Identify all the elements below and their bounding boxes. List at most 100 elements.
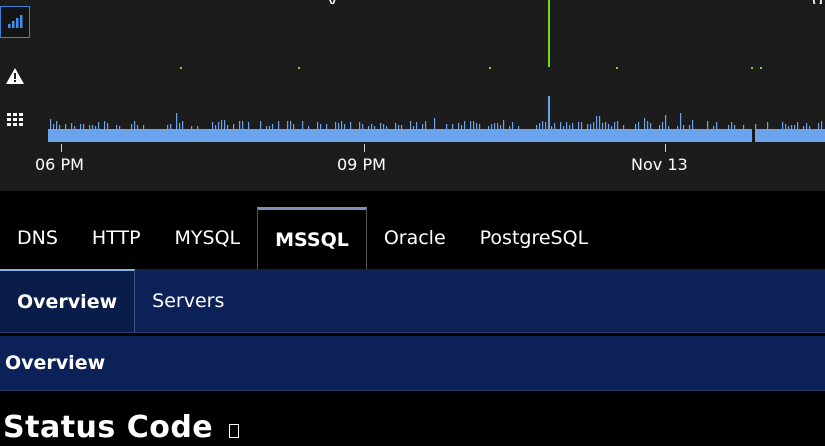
- activity-spike: [143, 125, 145, 129]
- tab-postgresql[interactable]: PostgreSQL: [463, 207, 606, 269]
- grid-icon[interactable]: [0, 104, 30, 136]
- timeline-gap: [752, 128, 755, 143]
- activity-spike: [278, 121, 280, 129]
- activity-spike: [398, 125, 400, 129]
- page-title-row: Status Code: [0, 408, 240, 446]
- alert-marker-dot[interactable]: [180, 67, 182, 69]
- activity-spike: [344, 124, 346, 129]
- activity-spike: [119, 126, 121, 129]
- activity-spike: [341, 121, 343, 129]
- activity-spike: [644, 118, 646, 129]
- activity-spike: [227, 125, 229, 129]
- tab-dns[interactable]: DNS: [0, 207, 75, 269]
- activity-spike: [218, 122, 220, 129]
- alert-marker-dot[interactable]: [751, 67, 753, 69]
- timeline-baseline-band: [48, 129, 825, 142]
- activity-spike: [797, 122, 799, 129]
- activity-spike: [518, 126, 520, 129]
- bar-chart-icon[interactable]: [0, 6, 30, 38]
- activity-spike: [413, 126, 415, 129]
- activity-spike: [470, 121, 472, 129]
- tab-overview[interactable]: Overview: [0, 269, 136, 332]
- activity-spike: [179, 123, 181, 129]
- timeline-chart[interactable]: [0, 0, 825, 191]
- section-header: Overview: [0, 336, 825, 391]
- activity-spike: [545, 122, 547, 129]
- activity-spike: [566, 122, 568, 129]
- activity-spike: [302, 121, 304, 129]
- activity-spike: [734, 125, 736, 129]
- activity-spike: [131, 124, 133, 129]
- activity-spike: [785, 124, 787, 129]
- activity-spike: [134, 121, 136, 129]
- activity-spike: [95, 126, 97, 129]
- tab-mysql[interactable]: MYSQL: [158, 207, 258, 269]
- activity-spike: [677, 126, 679, 129]
- activity-spike: [182, 121, 184, 129]
- activity-spike: [50, 119, 52, 129]
- activity-spike: [503, 120, 505, 129]
- activity-spike: [731, 122, 733, 129]
- activity-spike: [260, 121, 262, 129]
- activity-spike: [56, 121, 58, 129]
- activity-spike: [320, 124, 322, 129]
- alert-marker-dot[interactable]: [760, 67, 762, 69]
- activity-spike: [350, 122, 352, 129]
- activity-spike: [83, 124, 85, 129]
- activity-spike: [809, 126, 811, 129]
- activity-spike: [338, 123, 340, 129]
- activity-spike: [446, 124, 448, 129]
- tick-mark-06pm: [61, 144, 62, 152]
- activity-spike: [386, 126, 388, 129]
- activity-spike: [788, 126, 790, 129]
- activity-spike: [572, 123, 574, 129]
- tab-oracle[interactable]: Oracle: [367, 207, 463, 269]
- activity-spike: [248, 122, 250, 129]
- activity-spike: [602, 123, 604, 129]
- warning-icon[interactable]: [0, 60, 30, 92]
- activity-spike: [611, 126, 613, 129]
- activity-spike: [362, 124, 364, 129]
- activity-spike: [317, 122, 319, 129]
- activity-spike: [614, 122, 616, 129]
- activity-spike: [167, 125, 169, 129]
- activity-spike: [593, 122, 595, 129]
- activity-spike: [650, 123, 652, 129]
- activity-spike: [782, 122, 784, 129]
- activity-spike: [488, 126, 490, 129]
- activity-spike: [542, 121, 544, 129]
- activity-spike: [755, 124, 757, 129]
- activity-spike: [224, 120, 226, 129]
- activity-spike: [215, 125, 217, 129]
- activity-spike: [707, 121, 709, 129]
- activity-spike: [497, 123, 499, 129]
- activity-spike: [623, 125, 625, 129]
- activity-spike: [233, 124, 235, 129]
- alert-marker-dot[interactable]: [298, 67, 300, 69]
- tab-servers[interactable]: Servers: [135, 269, 241, 332]
- activity-spike: [491, 124, 493, 129]
- alert-marker-dot[interactable]: [616, 67, 618, 69]
- activity-spike: [416, 122, 418, 129]
- info-icon[interactable]: [229, 424, 240, 438]
- axis-tick-label-09pm: 09 PM: [337, 155, 386, 174]
- activity-spike: [581, 122, 583, 129]
- activity-spike: [494, 123, 496, 129]
- activity-spike: [59, 125, 61, 129]
- activity-spike: [500, 125, 502, 129]
- tab-mssql[interactable]: MSSQL: [257, 207, 367, 269]
- activity-spike: [596, 116, 598, 129]
- activity-spike: [821, 121, 823, 129]
- alert-marker-dot[interactable]: [489, 67, 491, 69]
- activity-spike: [434, 118, 436, 129]
- activity-spike: [308, 126, 310, 129]
- activity-spike: [716, 122, 718, 129]
- activity-spike: [554, 123, 556, 129]
- activity-spike: [605, 122, 607, 129]
- activity-spike: [461, 125, 463, 129]
- activity-spike: [767, 122, 769, 129]
- activity-spike: [548, 96, 550, 129]
- alert-marker-line[interactable]: [548, 0, 550, 67]
- tab-http[interactable]: HTTP: [75, 207, 158, 269]
- activity-spike: [89, 125, 91, 129]
